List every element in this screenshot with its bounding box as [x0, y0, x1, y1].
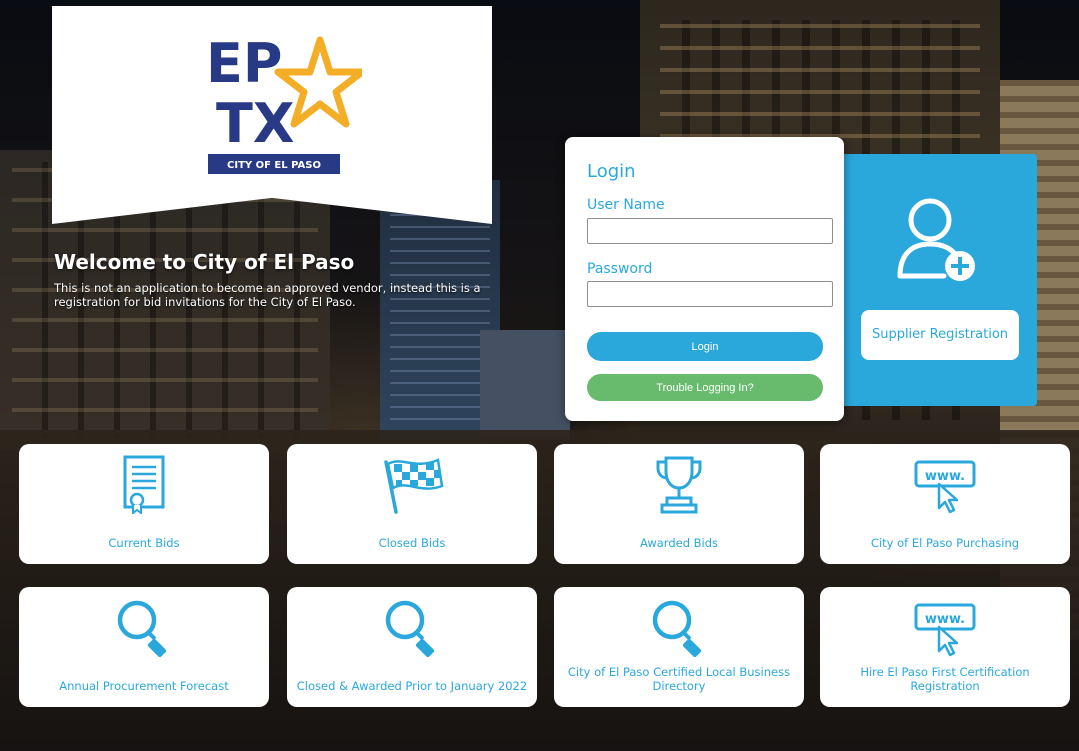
- tile-label: Annual Procurement Forecast: [59, 679, 229, 693]
- login-button[interactable]: Login: [587, 332, 823, 361]
- tile-label: City of El Paso Certified Local Business…: [567, 665, 791, 693]
- magnifier-icon: [117, 600, 167, 657]
- tile-awarded-bids[interactable]: Awarded Bids: [554, 444, 804, 564]
- logo-tagline: CITY OF EL PASO: [227, 160, 321, 171]
- trophy-icon: [656, 456, 702, 514]
- tile-closed-bids[interactable]: Closed Bids: [287, 444, 537, 564]
- trouble-logging-in-button[interactable]: Trouble Logging In?: [587, 374, 823, 401]
- tile-hire-el-paso-first[interactable]: www. Hire El Paso First Certification Re…: [820, 587, 1070, 707]
- logo-line1: EP: [206, 32, 282, 95]
- tile-label: Closed & Awarded Prior to January 2022: [296, 679, 528, 693]
- password-label: Password: [587, 261, 653, 277]
- tile-label: Hire El Paso First Certification Registr…: [860, 665, 1030, 693]
- password-input[interactable]: [587, 281, 833, 307]
- www-cursor-icon: www.: [914, 603, 976, 657]
- welcome-text: This is not an application to become an …: [54, 281, 481, 309]
- login-title: Login: [587, 161, 636, 182]
- magnifier-icon: [652, 600, 702, 657]
- supplier-panel: Supplier Registration: [820, 154, 1037, 406]
- login-card: Login User Name Password Login Trouble L…: [565, 137, 844, 421]
- tile-closed-awarded-prior[interactable]: Closed & Awarded Prior to January 2022: [287, 587, 537, 707]
- tile-label: Awarded Bids: [639, 536, 719, 550]
- magnifier-icon: [385, 600, 435, 657]
- document-certificate-icon: [123, 455, 165, 514]
- tile-label: Closed Bids: [378, 536, 446, 550]
- logo-banner: EP TX CITY OF EL PASO: [52, 6, 492, 224]
- tile-city-purchasing[interactable]: www. City of El Paso Purchasing: [820, 444, 1070, 564]
- logo-line2: TX: [216, 92, 294, 155]
- eptx-logo: EP TX CITY OF EL PASO: [206, 32, 362, 174]
- username-label: User Name: [587, 197, 665, 213]
- welcome-title: Welcome to City of El Paso: [54, 250, 355, 274]
- tile-certified-local-business-directory[interactable]: City of El Paso Certified Local Business…: [554, 587, 804, 707]
- tile-label: Current Bids: [108, 536, 180, 550]
- www-cursor-icon: www.: [914, 460, 976, 514]
- checkered-flag-icon: [384, 458, 444, 514]
- username-input[interactable]: [587, 218, 833, 244]
- svg-text:www.: www.: [925, 612, 965, 627]
- tile-label: City of El Paso Purchasing: [870, 536, 1020, 550]
- supplier-registration-button[interactable]: Supplier Registration: [861, 310, 1019, 360]
- tile-annual-procurement-forecast[interactable]: Annual Procurement Forecast: [19, 587, 269, 707]
- tile-current-bids[interactable]: Current Bids: [19, 444, 269, 564]
- svg-text:www.: www.: [925, 469, 965, 484]
- add-user-icon: [897, 198, 975, 281]
